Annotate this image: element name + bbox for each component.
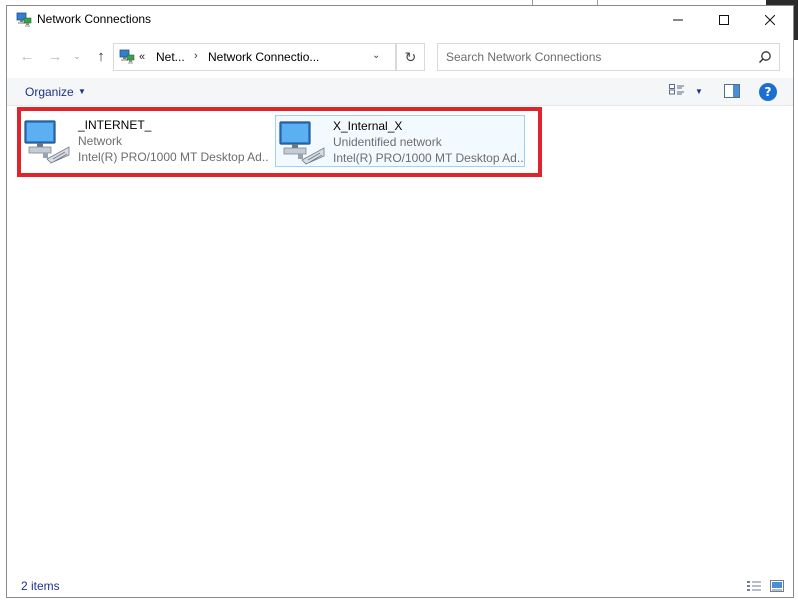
large-icons-view-icon[interactable] bbox=[770, 580, 784, 592]
title-bar[interactable]: Network Connections bbox=[7, 6, 793, 34]
network-connections-icon bbox=[16, 12, 32, 27]
breadcrumb-item[interactable]: Net... bbox=[156, 50, 185, 64]
arrow-left-icon: ← bbox=[19, 47, 35, 65]
organize-button[interactable]: Organize bbox=[25, 85, 74, 99]
caret-down-icon[interactable]: ▼ bbox=[78, 87, 86, 96]
maximize-button[interactable] bbox=[701, 6, 747, 34]
close-icon bbox=[765, 15, 775, 25]
breadcrumb-overflow-button[interactable]: « bbox=[139, 51, 145, 63]
refresh-icon: ↻ bbox=[404, 48, 417, 65]
search-placeholder: Search Network Connections bbox=[446, 50, 602, 64]
close-button[interactable] bbox=[747, 6, 793, 34]
address-dropdown-button[interactable]: ⌄ bbox=[372, 50, 380, 61]
search-input[interactable]: Search Network Connections bbox=[437, 43, 780, 71]
up-button[interactable]: ↑ bbox=[91, 47, 111, 65]
maximize-icon bbox=[719, 15, 729, 25]
help-button[interactable]: ? bbox=[759, 83, 777, 101]
command-bar: Organize ▼ ▼ ? bbox=[7, 78, 793, 106]
chevron-down-icon: ⌄ bbox=[73, 50, 81, 61]
network-connections-icon bbox=[119, 49, 135, 64]
status-bar: 2 items bbox=[7, 575, 793, 597]
details-view-icon[interactable] bbox=[747, 580, 761, 592]
search-icon[interactable] bbox=[758, 50, 772, 64]
forward-button[interactable]: → bbox=[45, 47, 65, 65]
preview-pane-icon[interactable] bbox=[724, 84, 740, 98]
back-button[interactable]: ← bbox=[17, 47, 37, 65]
address-bar[interactable]: « Net... › Network Connectio... ⌄ bbox=[113, 43, 396, 71]
window-title: Network Connections bbox=[37, 12, 152, 26]
change-view-icon[interactable] bbox=[669, 84, 685, 98]
breadcrumb-item[interactable]: Network Connectio... bbox=[208, 50, 319, 64]
minimize-button[interactable] bbox=[655, 6, 701, 34]
view-options-dropdown[interactable]: ▼ bbox=[695, 87, 703, 96]
explorer-window: Network Connections ← → ⌄ ↑ « Net... › N… bbox=[6, 5, 794, 598]
refresh-button[interactable]: ↻ bbox=[396, 43, 425, 71]
file-list[interactable]: _INTERNET_ Network Intel(R) PRO/1000 MT … bbox=[7, 107, 793, 575]
arrow-up-icon: ↑ bbox=[97, 47, 105, 65]
minimize-icon bbox=[673, 19, 683, 21]
help-icon: ? bbox=[764, 85, 772, 99]
arrow-right-icon: → bbox=[47, 47, 63, 65]
item-count: 2 items bbox=[21, 579, 60, 593]
recent-locations-button[interactable]: ⌄ bbox=[71, 47, 83, 65]
breadcrumb-separator-icon[interactable]: › bbox=[194, 50, 198, 62]
annotation-highlight-box bbox=[17, 107, 542, 177]
